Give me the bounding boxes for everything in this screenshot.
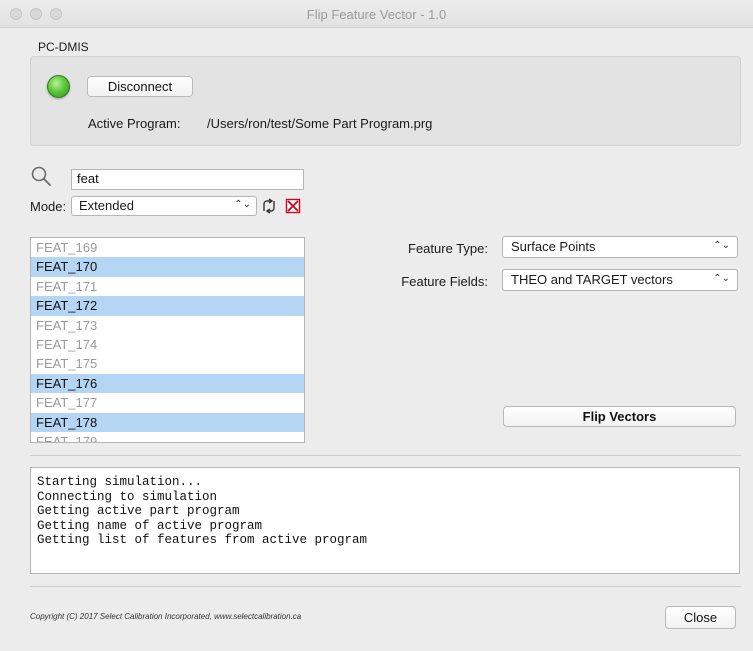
separator bbox=[30, 455, 741, 456]
feature-list-item[interactable]: FEAT_169 bbox=[31, 238, 304, 257]
chevron-updown-icon: ⌃⌄ bbox=[713, 273, 730, 284]
feature-list-item[interactable]: FEAT_172 bbox=[31, 296, 304, 316]
window-title: Flip Feature Vector - 1.0 bbox=[306, 7, 447, 22]
chevron-updown-icon: ⌃⌄ bbox=[234, 199, 251, 210]
feature-list-item[interactable]: FEAT_177 bbox=[31, 393, 304, 412]
close-button[interactable]: Close bbox=[665, 606, 736, 629]
feature-type-value: Surface Points bbox=[511, 239, 596, 254]
feature-type-select[interactable]: Surface Points ⌃⌄ bbox=[502, 236, 738, 258]
feature-list-item[interactable]: FEAT_171 bbox=[31, 277, 304, 296]
mode-label: Mode: bbox=[30, 199, 67, 214]
search-icon bbox=[31, 166, 51, 186]
refresh-icon[interactable] bbox=[261, 198, 277, 214]
feature-list-item[interactable]: FEAT_178 bbox=[31, 412, 304, 432]
chevron-updown-icon: ⌃⌄ bbox=[713, 240, 730, 251]
feature-list-item[interactable]: FEAT_176 bbox=[31, 373, 304, 394]
disconnect-button[interactable]: Disconnect bbox=[87, 76, 193, 97]
mode-select[interactable]: Extended ⌃⌄ bbox=[71, 196, 257, 216]
active-program-path: /Users/ron/test/Some Part Program.prg bbox=[207, 116, 433, 131]
mode-selected-value: Extended bbox=[79, 198, 134, 213]
pcdmis-group-label: PC-DMIS bbox=[38, 40, 89, 54]
copyright-text: Copyright (C) 2017 Select Calibration In… bbox=[30, 612, 302, 621]
feature-type-label: Feature Type: bbox=[408, 241, 488, 256]
log-output[interactable]: Starting simulation... Connecting to simu… bbox=[30, 467, 740, 574]
feature-fields-value: THEO and TARGET vectors bbox=[511, 272, 673, 287]
search-input[interactable]: feat bbox=[71, 169, 304, 190]
log-line: Getting list of features from active pro… bbox=[37, 533, 368, 547]
connection-status-led bbox=[47, 75, 70, 98]
log-line: Connecting to simulation bbox=[37, 489, 218, 504]
pcdmis-group-box bbox=[30, 56, 741, 146]
feature-list[interactable]: FEAT_169 FEAT_170 FEAT_171 FEAT_172 FEAT_173… bbox=[30, 237, 305, 443]
log-line: Getting name of active program bbox=[37, 518, 263, 533]
feature-list-item[interactable]: FEAT_170 bbox=[31, 257, 304, 277]
feature-fields-label: Feature Fields: bbox=[401, 274, 488, 289]
separator bbox=[30, 586, 741, 587]
feature-list-item[interactable]: FEAT_179 bbox=[31, 432, 304, 442]
active-program-label: Active Program: bbox=[88, 116, 181, 131]
log-line: Getting active part program bbox=[37, 504, 240, 518]
clear-selection-icon[interactable] bbox=[285, 198, 301, 214]
feature-fields-select[interactable]: THEO and TARGET vectors ⌃⌄ bbox=[502, 269, 738, 291]
feature-list-item[interactable]: FEAT_173 bbox=[31, 316, 304, 335]
title-bar: Flip Feature Vector - 1.0 bbox=[0, 0, 753, 28]
feature-list-item[interactable]: FEAT_175 bbox=[31, 354, 304, 373]
log-line: Starting simulation... bbox=[37, 475, 203, 489]
feature-list-item[interactable]: FEAT_174 bbox=[31, 335, 304, 354]
flip-vectors-button[interactable]: Flip Vectors bbox=[503, 406, 736, 427]
